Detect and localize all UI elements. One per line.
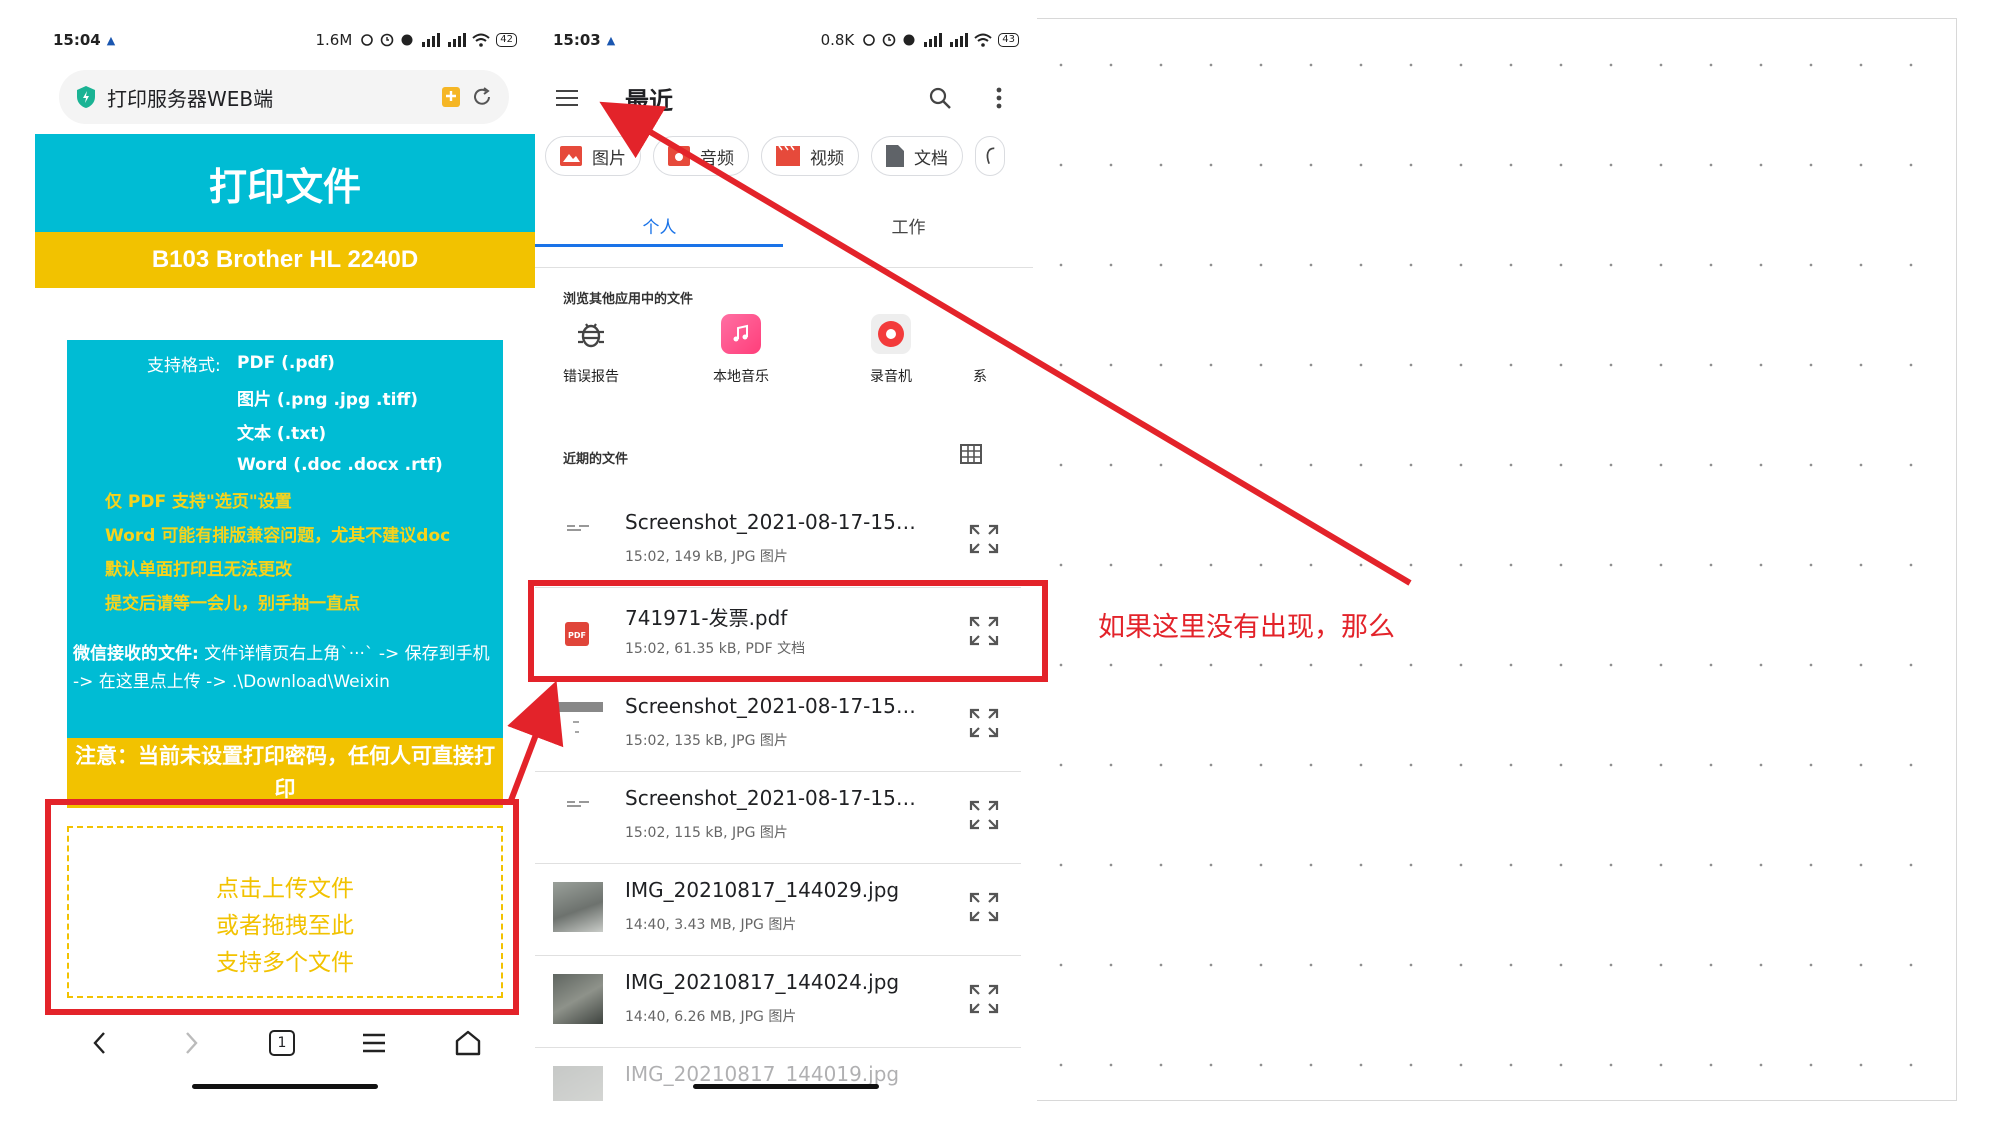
annotation-arrows (507, 101, 1412, 805)
arrow-to-file (507, 680, 564, 805)
arrow-to-menu (599, 101, 1412, 586)
annotation-text: 如果这里没有出现，那么 (1098, 612, 1395, 643)
screenshot-canvas: 15:04 ▲ 1.6M 42 打印服务器WEB端 打印文件 B103 Brot… (0, 0, 1990, 1143)
